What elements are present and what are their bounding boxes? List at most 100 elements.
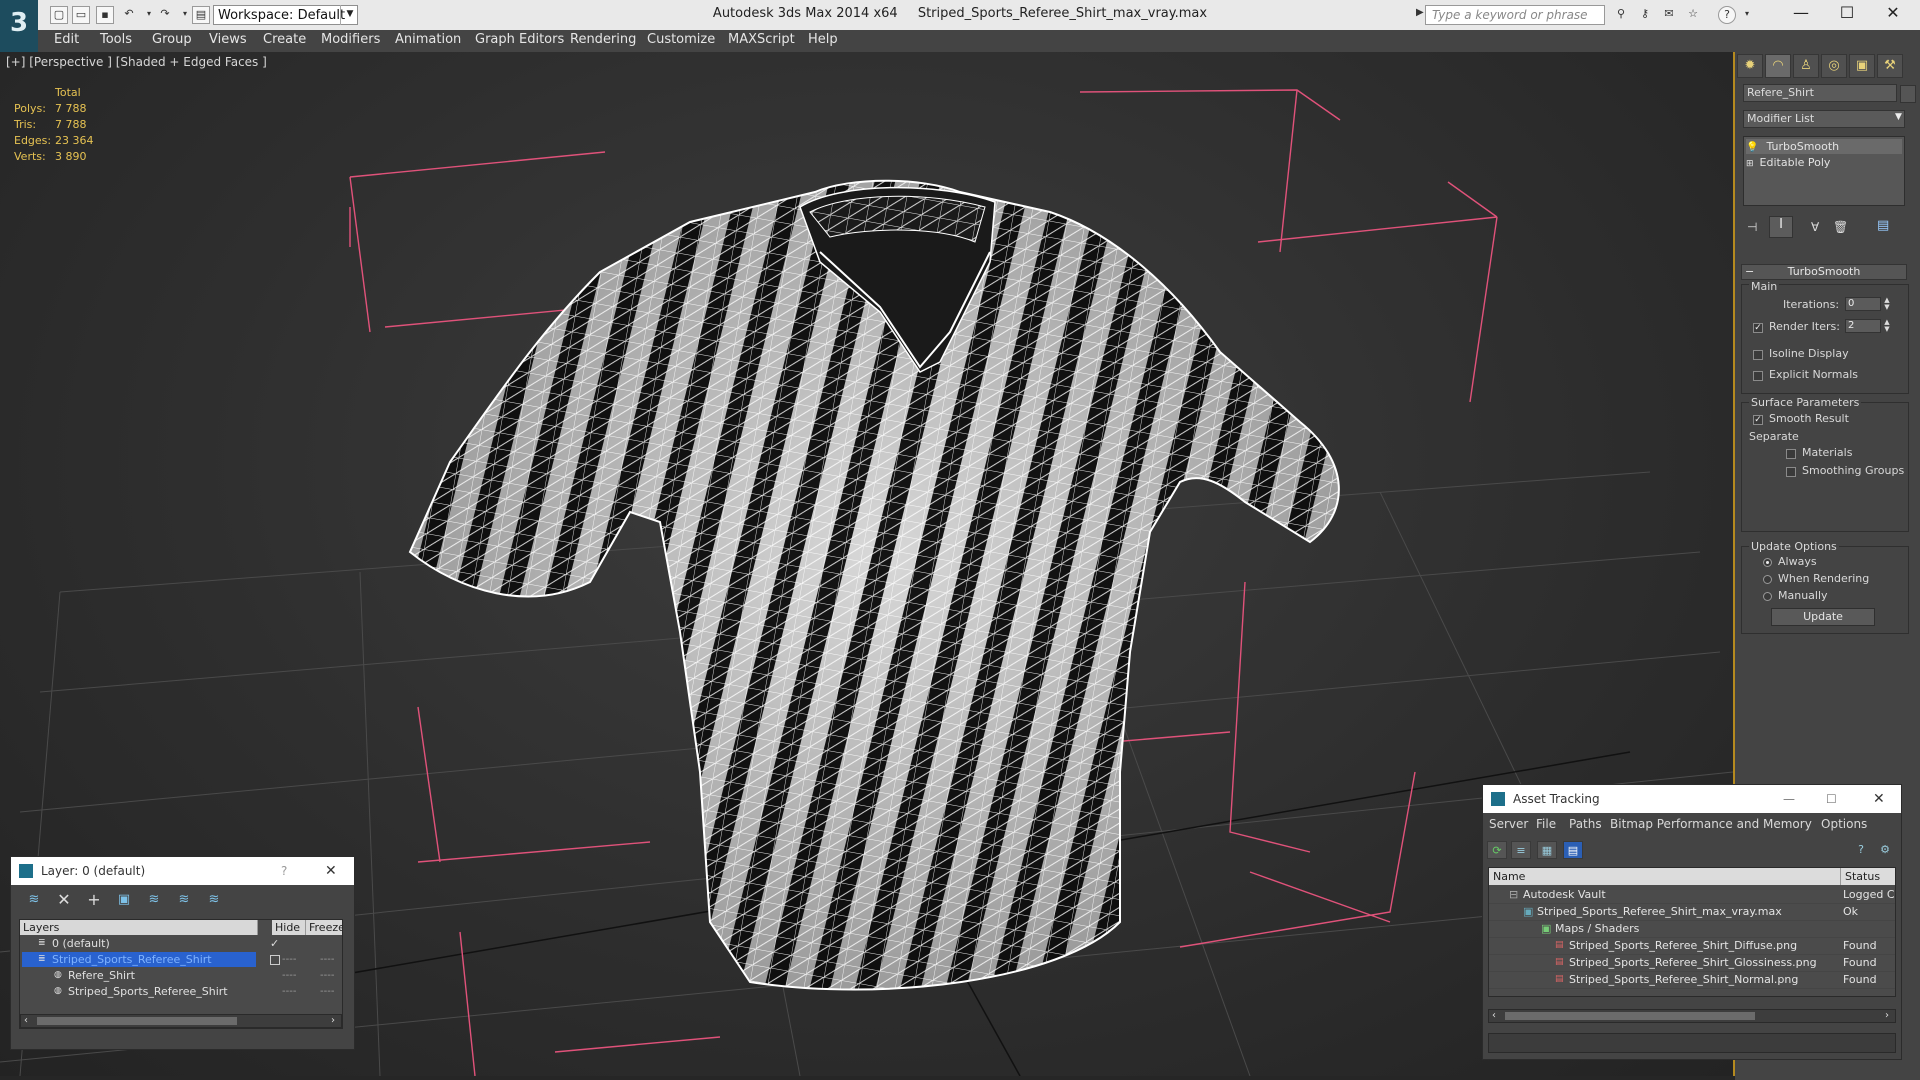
asset-dialog-titlebar[interactable]: Asset Tracking — ☐ ✕ xyxy=(1483,785,1901,813)
scroll-right-icon[interactable]: › xyxy=(331,1015,335,1027)
search-expand-icon[interactable]: ▶ xyxy=(1416,7,1424,18)
menu-animation[interactable]: Animation xyxy=(395,32,461,47)
chevron-down-icon[interactable]: ▼ xyxy=(340,5,359,25)
delete-layer-icon[interactable]: ✕ xyxy=(53,890,75,910)
create-tab-icon[interactable]: ✹ xyxy=(1737,54,1763,78)
layer-dialog-titlebar[interactable]: Layer: 0 (default) ? ✕ xyxy=(11,857,354,885)
freeze-toggle[interactable]: ---- xyxy=(320,952,334,967)
asset-row[interactable]: ▣ Maps / Shaders xyxy=(1489,920,1895,938)
spinner-arrows-icon[interactable]: ▲ ▼ xyxy=(1883,319,1891,333)
close-icon[interactable]: ✕ xyxy=(1870,0,1916,28)
scroll-thumb[interactable] xyxy=(37,1017,237,1025)
turbosmooth-rollout-header[interactable]: − TurboSmooth xyxy=(1741,264,1907,280)
modify-tab-icon[interactable]: ◠ xyxy=(1765,54,1791,78)
configure-modifier-sets-icon[interactable]: ▤ xyxy=(1877,218,1889,233)
key-icon[interactable]: ⚷ xyxy=(1636,6,1654,24)
help-icon[interactable]: ? xyxy=(1851,841,1871,859)
smoothing-groups-checkbox[interactable] xyxy=(1786,467,1796,477)
save-file-icon[interactable]: ▪ xyxy=(96,6,114,24)
utilities-tab-icon[interactable]: ⚒ xyxy=(1877,54,1903,78)
col-freeze[interactable]: Freeze xyxy=(306,920,342,935)
asset-row[interactable]: ▣ Striped_Sports_Referee_Shirt_max_vray.… xyxy=(1489,903,1895,921)
add-to-layer-icon[interactable]: + xyxy=(83,890,105,910)
menu-tools[interactable]: Tools xyxy=(100,32,132,47)
iterations-spinner[interactable]: 0 xyxy=(1845,297,1881,311)
menu-graph-editors[interactable]: Graph Editors xyxy=(475,32,564,47)
object-color-swatch[interactable] xyxy=(1900,85,1916,103)
horizontal-scrollbar[interactable]: ‹ › xyxy=(20,1014,342,1028)
asset-menu-paths[interactable]: Paths xyxy=(1569,817,1602,831)
create-layer-icon[interactable]: ≋ xyxy=(23,890,45,910)
communication-icon[interactable]: ✉ xyxy=(1660,6,1678,24)
menu-edit[interactable]: Edit xyxy=(54,32,79,47)
asset-path-field[interactable] xyxy=(1488,1033,1896,1053)
scroll-left-icon[interactable]: ‹ xyxy=(1492,1010,1496,1022)
modifier-list-dropdown[interactable]: Modifier List xyxy=(1743,110,1905,128)
menu-customize[interactable]: Customize xyxy=(647,32,715,47)
highlight-layer-icon[interactable]: ≋ xyxy=(143,890,165,910)
manually-radio[interactable] xyxy=(1763,592,1772,601)
chevron-down-icon[interactable]: ▼ xyxy=(1895,112,1902,122)
maximize-icon[interactable]: ☐ xyxy=(1826,785,1837,813)
workspace-select[interactable]: Workspace: Default xyxy=(213,5,358,25)
minimize-icon[interactable]: — xyxy=(1778,0,1824,28)
settings-icon[interactable]: ⚙ xyxy=(1875,841,1895,859)
open-file-icon[interactable]: ▭ xyxy=(72,6,90,24)
binoculars-icon[interactable]: ⚲ xyxy=(1612,6,1630,24)
refresh-icon[interactable]: ⟳ xyxy=(1487,841,1507,859)
favorites-star-icon[interactable]: ☆ xyxy=(1684,6,1702,24)
layer-row[interactable]: ≣ 0 (default) ✓ xyxy=(20,936,342,951)
menu-maxscript[interactable]: MAXScript xyxy=(728,32,795,47)
freeze-toggle[interactable]: ---- xyxy=(320,984,334,999)
checkmark-icon[interactable]: ✓ xyxy=(270,936,279,951)
layer-row[interactable]: ≣ Striped_Sports_Referee_Shirt ---- ---- xyxy=(20,952,342,967)
minimize-icon[interactable]: — xyxy=(1783,785,1795,813)
new-file-icon[interactable]: ▢ xyxy=(50,6,68,24)
col-hide[interactable]: Hide xyxy=(272,920,306,935)
maximize-icon[interactable]: ☐ xyxy=(1824,0,1870,28)
project-folder-icon[interactable]: ▤ xyxy=(192,6,210,24)
scroll-thumb[interactable] xyxy=(1505,1012,1755,1020)
menu-modifiers[interactable]: Modifiers xyxy=(321,32,380,47)
layer-row[interactable]: ◍ Striped_Sports_Referee_Shirt ---- ---- xyxy=(20,984,342,999)
menu-views[interactable]: Views xyxy=(209,32,247,47)
materials-checkbox[interactable] xyxy=(1786,449,1796,459)
spinner-arrows-icon[interactable]: ▲ ▼ xyxy=(1883,297,1891,311)
always-radio[interactable] xyxy=(1763,558,1772,567)
when-rendering-radio[interactable] xyxy=(1763,575,1772,584)
list-view-icon[interactable]: ≡ xyxy=(1511,841,1531,859)
stack-item-turbosmooth[interactable]: 💡 TurboSmooth xyxy=(1746,139,1902,154)
help-dropdown-icon[interactable]: ▾ xyxy=(1738,6,1756,24)
col-name[interactable]: Name xyxy=(1489,868,1841,885)
app-logo-icon[interactable]: 3 xyxy=(0,0,38,52)
stack-item-editable-poly[interactable]: ⊞ Editable Poly xyxy=(1746,155,1902,170)
close-icon[interactable]: ✕ xyxy=(325,857,337,885)
expand-plus-icon[interactable]: ⊞ xyxy=(1746,159,1754,169)
smooth-result-checkbox[interactable]: ✓ xyxy=(1753,415,1763,425)
select-objects-icon[interactable]: ▣ xyxy=(113,890,135,910)
display-tab-icon[interactable]: ▣ xyxy=(1849,54,1875,78)
col-layers[interactable]: Layers xyxy=(20,920,258,935)
layer-row[interactable]: ◍ Refere_Shirt ---- ---- xyxy=(20,968,342,983)
lightbulb-icon[interactable]: 💡 xyxy=(1746,142,1758,153)
object-name-field[interactable]: Refere_Shirt xyxy=(1743,84,1897,102)
scroll-right-icon[interactable]: › xyxy=(1885,1010,1889,1022)
asset-menu-server[interactable]: Server xyxy=(1489,817,1528,831)
hide-toggle[interactable]: ---- xyxy=(282,984,296,999)
hide-all-icon[interactable]: ≋ xyxy=(173,890,195,910)
current-layer-box[interactable] xyxy=(270,955,280,965)
render-iters-checkbox[interactable]: ✓ xyxy=(1753,323,1763,333)
asset-menu-options[interactable]: Options xyxy=(1821,817,1867,831)
show-end-result-icon[interactable]: I xyxy=(1769,216,1793,238)
help-icon[interactable]: ? xyxy=(281,857,287,885)
explicit-normals-checkbox[interactable] xyxy=(1753,371,1763,381)
update-button[interactable]: Update xyxy=(1771,608,1875,626)
asset-row[interactable]: ▤ Striped_Sports_Referee_Shirt_Diffuse.p… xyxy=(1489,937,1895,955)
menu-create[interactable]: Create xyxy=(263,32,306,47)
asset-menu-bitmap-performance[interactable]: Bitmap Performance and Memory xyxy=(1610,817,1812,831)
close-icon[interactable]: ✕ xyxy=(1873,785,1885,813)
menu-rendering[interactable]: Rendering xyxy=(570,32,636,47)
menu-group[interactable]: Group xyxy=(152,32,192,47)
isoline-display-checkbox[interactable] xyxy=(1753,350,1763,360)
pin-stack-icon[interactable]: ⊣ xyxy=(1747,220,1757,234)
